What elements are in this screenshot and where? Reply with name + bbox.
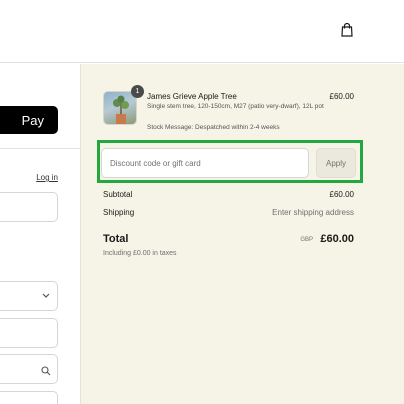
quantity-badge: 1: [131, 85, 144, 98]
contact-email-field[interactable]: [0, 192, 58, 222]
cart-button[interactable]: [340, 22, 354, 38]
shopping-bag-icon: [341, 22, 353, 37]
address-line-field[interactable]: [0, 391, 58, 404]
search-icon: [41, 363, 51, 381]
product-price: £60.00: [329, 92, 354, 101]
divider: [0, 148, 80, 149]
address-search-field[interactable]: [0, 354, 58, 384]
checkout-header: [0, 0, 404, 63]
total-value: £60.00: [320, 233, 354, 245]
subtotal-value: £60.00: [329, 190, 354, 199]
express-pay-button[interactable]: Pay: [0, 106, 58, 134]
stock-message: Stock Message: Despatched within 2-4 wee…: [147, 124, 280, 131]
login-link[interactable]: Log in: [36, 173, 58, 182]
checkout-form-panel: Pay Log in: [0, 64, 80, 404]
product-description: Single stem tree, 120-150cm, M27 (patio …: [147, 103, 324, 110]
name-field[interactable]: [0, 318, 58, 348]
chevron-down-icon: [42, 291, 50, 301]
product-name: James Grieve Apple Tree: [147, 92, 237, 101]
quantity-value: 1: [135, 88, 140, 95]
subtotal-label: Subtotal: [103, 190, 133, 199]
order-summary: 1 James Grieve Apple Tree £60.00 Single …: [80, 64, 404, 404]
total-label: Total: [103, 233, 129, 245]
discount-code-input[interactable]: [101, 148, 309, 178]
shipping-value: Enter shipping address: [272, 208, 354, 217]
product-thumbnail: [103, 91, 137, 125]
country-select[interactable]: [0, 281, 58, 311]
shipping-label: Shipping: [103, 208, 135, 217]
total-currency: GBP: [300, 237, 313, 243]
taxes-note: Including £0.00 in taxes: [103, 250, 177, 257]
apply-discount-button[interactable]: Apply: [316, 148, 356, 178]
pay-button-label: Pay: [21, 112, 44, 128]
product-image: [113, 95, 129, 124]
